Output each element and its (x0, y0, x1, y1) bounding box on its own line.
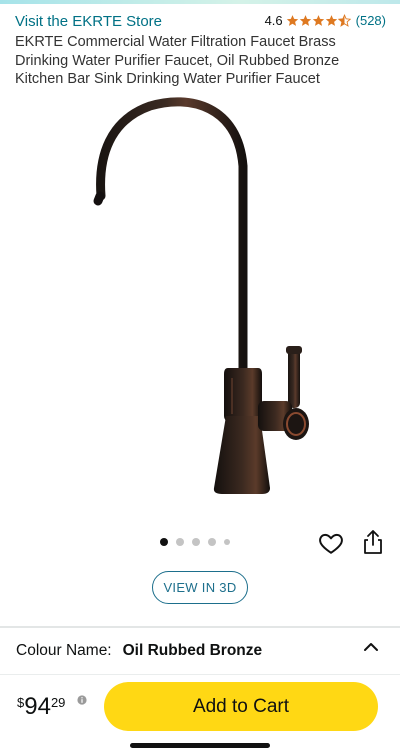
colour-value: Oil Rubbed Bronze (122, 642, 263, 659)
visit-store-link[interactable]: Visit the EKRTE Store (15, 13, 162, 30)
price-currency: $ (17, 695, 25, 710)
rating-stars (286, 14, 351, 27)
heart-icon[interactable] (318, 530, 344, 556)
colour-selector[interactable]: Colour Name: Oil Rubbed Bronze (16, 642, 262, 660)
home-indicator (130, 743, 270, 748)
carousel-dot[interactable] (192, 538, 200, 546)
rating-summary[interactable]: 4.6 (528) (265, 13, 386, 28)
price-whole: 94 (24, 693, 51, 720)
price: $ 94 29 (17, 693, 65, 721)
image-carousel-dots[interactable] (160, 538, 230, 546)
carousel-dot[interactable] (176, 538, 184, 546)
rating-count: (528) (355, 13, 386, 28)
carousel-dot[interactable] (208, 538, 216, 546)
top-accent-strip (0, 0, 400, 4)
star-full-icon (312, 15, 324, 26)
star-half-icon (337, 14, 351, 27)
price-fraction: 29 (50, 695, 66, 710)
share-icon[interactable] (362, 529, 384, 555)
rating-value: 4.6 (264, 13, 283, 28)
product-title: EKRTE Commercial Water Filtration Faucet… (15, 34, 340, 87)
colour-label: Colour Name: (16, 642, 112, 659)
view-in-3d-button[interactable]: VIEW IN 3D (152, 571, 248, 604)
section-divider (0, 626, 400, 628)
carousel-dot[interactable] (160, 538, 168, 546)
star-full-icon (325, 15, 337, 26)
add-to-cart-button[interactable]: Add to Cart (104, 682, 378, 731)
carousel-dot[interactable] (224, 539, 230, 545)
info-icon[interactable] (77, 695, 87, 705)
star-full-icon (299, 15, 311, 26)
product-image[interactable] (0, 96, 400, 516)
star-full-icon (286, 15, 298, 26)
chevron-up-icon[interactable] (362, 640, 380, 654)
